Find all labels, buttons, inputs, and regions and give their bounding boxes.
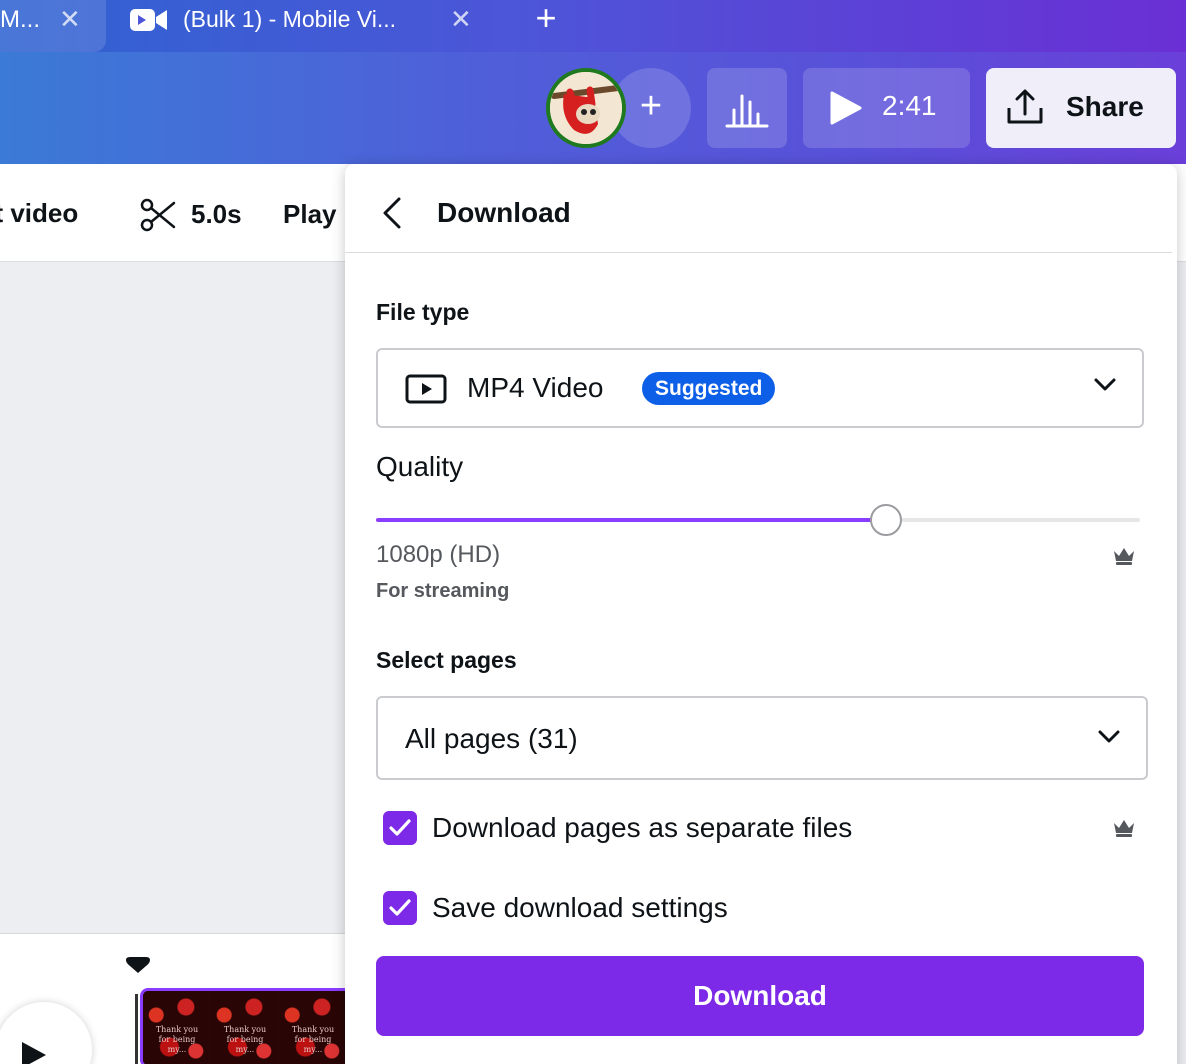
present-button[interactable]: 2:41 <box>803 68 970 148</box>
select-pages-dropdown[interactable]: All pages (31) <box>376 696 1148 780</box>
select-pages-label: Select pages <box>376 647 517 673</box>
separate-files-checkbox[interactable] <box>383 811 417 845</box>
crown-icon <box>1114 548 1134 565</box>
video-camera-icon <box>130 9 167 31</box>
sloth-avatar-icon <box>550 72 622 144</box>
check-icon <box>389 899 411 916</box>
close-tab-icon[interactable]: ✕ <box>450 4 472 35</box>
save-settings-checkbox[interactable] <box>383 891 417 925</box>
share-label: Share <box>1066 91 1144 122</box>
avatar[interactable] <box>546 68 626 148</box>
quality-hint: For streaming <box>376 580 510 602</box>
browser-tab-bar: M... ✕ (Bulk 1) - Mobile Vi... ✕ + <box>0 0 1186 52</box>
playback-button[interactable]: Play <box>283 199 337 230</box>
upload-icon <box>1007 89 1043 124</box>
clip-caption: Thank you for being my... <box>223 1025 267 1054</box>
browser-tab[interactable]: M... ✕ <box>0 0 106 52</box>
playhead-line <box>135 994 138 1064</box>
divider <box>345 252 1172 253</box>
chevron-down-icon <box>1098 730 1120 743</box>
file-type-value: MP4 Video <box>467 372 604 403</box>
clip-caption: Thank you for being my... <box>155 1025 199 1054</box>
check-icon <box>389 819 411 836</box>
clip-thumbnail: Thank you for being my... <box>143 991 209 1064</box>
quality-value: 1080p (HD) <box>376 541 501 568</box>
browser-tab-active[interactable]: (Bulk 1) - Mobile Vi... ✕ <box>106 0 496 52</box>
chevron-down-icon <box>1094 378 1116 391</box>
clip-thumbnail: Thank you for being my... <box>279 991 345 1064</box>
quality-label: Quality <box>376 451 464 482</box>
play-icon <box>22 1042 46 1064</box>
insights-button[interactable] <box>707 68 787 148</box>
select-pages-value: All pages (31) <box>405 723 578 754</box>
file-type-label: File type <box>376 299 470 325</box>
editor-header: + 2:41 Share <box>0 52 1186 164</box>
clip-caption: Thank you for being my... <box>291 1025 335 1054</box>
canvas-area[interactable] <box>0 263 346 933</box>
new-tab-button[interactable]: + <box>526 0 566 40</box>
timeline-clip[interactable]: Thank you for being my... Thank you for … <box>140 988 360 1064</box>
close-tab-icon[interactable]: ✕ <box>59 4 81 35</box>
clip-thumbnail: Thank you for being my... <box>211 991 277 1064</box>
bar-chart-icon <box>725 94 769 128</box>
download-button[interactable]: Download <box>376 956 1144 1036</box>
crown-icon <box>1114 820 1134 837</box>
video-file-icon <box>405 374 447 404</box>
back-chevron-icon[interactable] <box>381 196 403 230</box>
download-panel: Download File type MP4 Video Suggested Q… <box>345 164 1177 1064</box>
playhead-marker-icon[interactable] <box>124 956 152 974</box>
present-time: 2:41 <box>882 90 937 121</box>
edit-video-button[interactable]: lit video <box>0 198 78 229</box>
tab-title: M... <box>0 6 40 33</box>
suggested-badge: Suggested <box>642 372 776 405</box>
separate-files-label[interactable]: Download pages as separate files <box>432 812 852 844</box>
quality-slider-thumb[interactable] <box>869 504 902 536</box>
play-icon <box>830 91 862 125</box>
scissors-icon[interactable] <box>140 197 176 233</box>
share-button[interactable]: Share <box>986 68 1176 148</box>
clip-duration[interactable]: 5.0s <box>191 199 242 230</box>
save-settings-label[interactable]: Save download settings <box>432 892 728 924</box>
file-type-select[interactable]: MP4 Video Suggested <box>376 348 1144 428</box>
quality-slider-fill <box>376 518 886 522</box>
tab-title: (Bulk 1) - Mobile Vi... <box>183 6 397 32</box>
panel-title: Download <box>437 197 571 228</box>
